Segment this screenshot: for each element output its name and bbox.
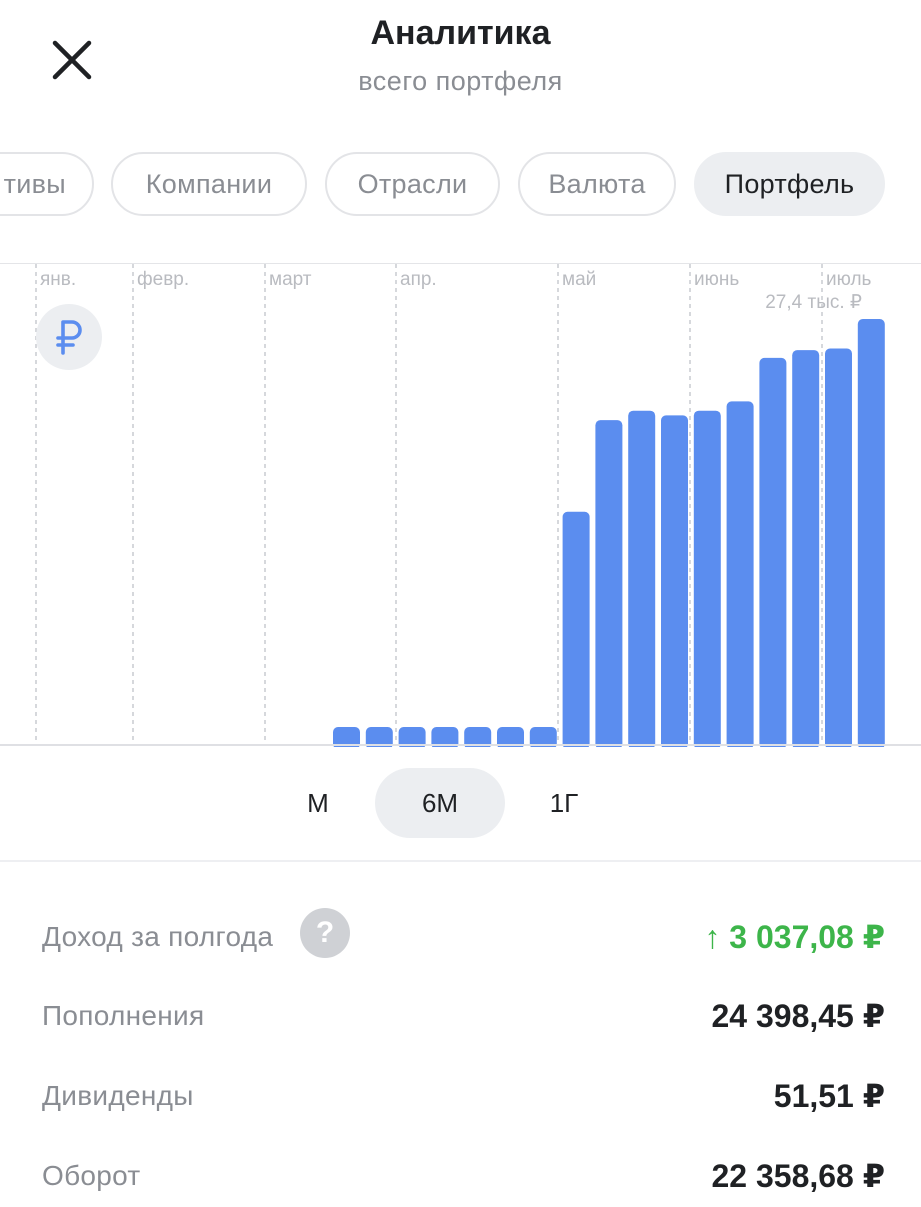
stat-deposits: Пополнения 24 398,45 ₽ <box>42 987 885 1047</box>
stat-value: 24 398,45 ₽ <box>711 998 885 1034</box>
chart-bar[interactable] <box>693 410 721 747</box>
month-label: май <box>562 269 596 290</box>
month-label: март <box>269 269 312 290</box>
stat-label: Оборот <box>42 1160 141 1191</box>
page-subtitle: всего портфеля <box>358 66 563 96</box>
chart-bar[interactable] <box>792 350 820 747</box>
page-title: Аналитика <box>370 14 551 52</box>
chart-bar[interactable] <box>661 415 688 747</box>
tab-currency[interactable]: Валюта <box>518 152 676 216</box>
chart-bar[interactable] <box>759 357 787 747</box>
month-label: февр. <box>137 269 189 290</box>
divider <box>0 860 921 862</box>
stat-dividends: Дивиденды 51,51 ₽ <box>42 1067 885 1127</box>
chart-bar[interactable] <box>857 319 885 747</box>
chart-bar[interactable] <box>562 511 590 747</box>
stat-value: ↑ 3 037,08 ₽ <box>704 919 885 955</box>
tab-portfolio[interactable]: Портфель <box>694 152 885 216</box>
period-month-button[interactable]: М <box>268 768 368 838</box>
header: Аналитика всего портфеля <box>0 0 921 120</box>
help-icon[interactable]: ? <box>300 908 350 958</box>
stat-income: Доход за полгода ? ↑ 3 037,08 ₽ <box>42 908 885 968</box>
tab-industries[interactable]: Отрасли <box>325 152 500 216</box>
tab-assets[interactable]: тивы <box>0 152 94 216</box>
max-value-label: 27,4 тыс. ₽ <box>765 292 862 313</box>
stat-label: Пополнения <box>42 1000 205 1031</box>
period-1y-button[interactable]: 1Г <box>514 768 614 838</box>
chart-canvas: янв. февр. март апр. май июнь июль27,4 тыс. ₽ <box>0 264 921 747</box>
portfolio-bar-chart: янв. февр. март апр. май июнь июль 27,4 тыс. ₽ <box>0 263 921 747</box>
month-label: июль <box>826 269 872 290</box>
period-6m-button[interactable]: 6М <box>375 768 505 838</box>
currency-badge[interactable] <box>36 304 102 370</box>
chart-bar[interactable] <box>825 348 852 748</box>
stat-label: Доход за полгода <box>42 921 274 952</box>
stat-label: Дивиденды <box>42 1080 194 1111</box>
chart-bar[interactable] <box>628 410 656 747</box>
month-label: янв. <box>40 269 76 290</box>
category-tabs: тивы Компании Отрасли Валюта Портфель <box>0 152 921 220</box>
month-label: апр. <box>400 269 437 290</box>
ruble-icon <box>56 320 82 355</box>
chart-bar[interactable] <box>595 420 623 747</box>
tab-companies[interactable]: Компании <box>111 152 307 216</box>
stat-value: 22 358,68 ₽ <box>711 1158 885 1194</box>
chart-bar[interactable] <box>726 401 754 747</box>
stat-value: 51,51 ₽ <box>773 1078 885 1114</box>
period-selector: М 6М 1Г <box>0 768 921 838</box>
stat-turnover: Оборот 22 358,68 ₽ <box>42 1147 885 1207</box>
month-label: июнь <box>694 269 739 290</box>
